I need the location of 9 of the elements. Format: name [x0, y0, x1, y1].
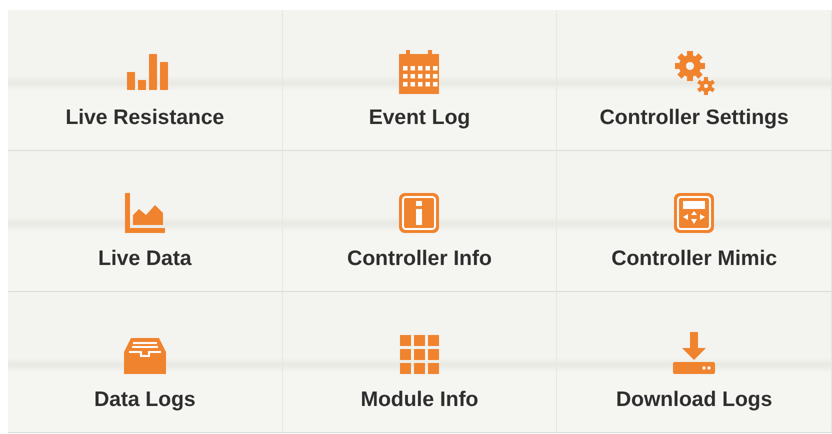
menu-tile[interactable]: Data Logs — [8, 292, 283, 433]
menu-tile[interactable]: Controller Settings — [557, 10, 832, 151]
menu-tile[interactable]: Controller Info — [282, 151, 558, 292]
menu-tile[interactable]: Module Info — [282, 292, 558, 433]
menu-tile[interactable]: Event Log — [282, 10, 558, 151]
menu-tile[interactable]: Live Resistance — [8, 10, 283, 151]
menu-tile[interactable]: Download Logs — [557, 292, 832, 433]
menu-tile[interactable]: Controller Mimic — [557, 151, 832, 292]
menu-tile[interactable]: Live Data — [8, 151, 283, 292]
